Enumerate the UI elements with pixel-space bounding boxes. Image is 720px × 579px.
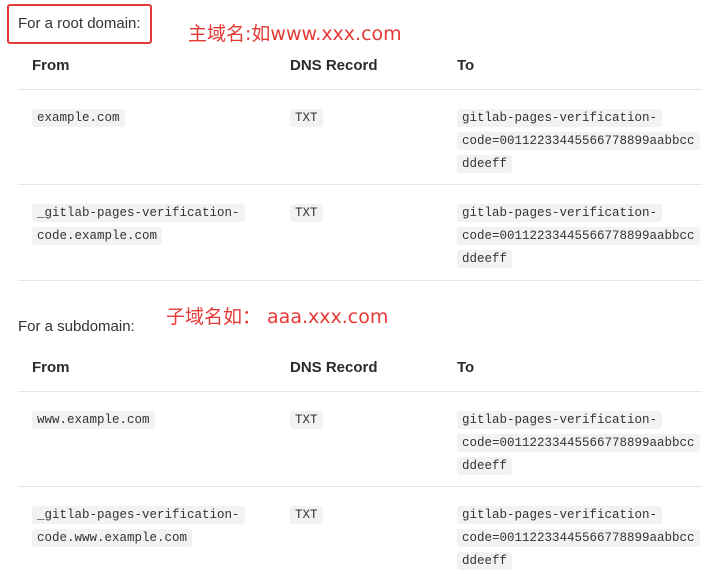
to-value: gitlab-pages-verification- bbox=[457, 506, 663, 524]
to-value: code=00112233445566778899aabbcc bbox=[457, 132, 700, 150]
to-value: ddeeff bbox=[457, 155, 513, 173]
to-cell: gitlab-pages-verification-code=001122334… bbox=[457, 201, 700, 270]
from-value: _gitlab-pages-verification- bbox=[32, 506, 245, 524]
table-row: _gitlab-pages-verification-code.www.exam… bbox=[18, 487, 702, 579]
from-value: code.example.com bbox=[32, 227, 163, 245]
subdomain-table: From DNS Record To www.example.com TXT g… bbox=[18, 346, 702, 579]
header-dns-record: DNS Record bbox=[290, 359, 378, 376]
from-cell: www.example.com bbox=[32, 408, 252, 431]
table-row: _gitlab-pages-verification-code.example.… bbox=[18, 185, 702, 281]
table-row: example.com TXT gitlab-pages-verificatio… bbox=[18, 90, 702, 185]
to-value: code=00112233445566778899aabbcc bbox=[457, 529, 700, 547]
subdomain-annotation: 子域名如： aaa.xxx.com bbox=[166, 306, 389, 328]
record-cell: TXT bbox=[290, 503, 323, 526]
record-value: TXT bbox=[290, 411, 323, 429]
table-header: From DNS Record To bbox=[18, 346, 702, 392]
table-header: From DNS Record To bbox=[18, 44, 702, 90]
record-value: TXT bbox=[290, 109, 323, 127]
record-value: TXT bbox=[290, 204, 323, 222]
from-cell: _gitlab-pages-verification-code.example.… bbox=[32, 201, 252, 247]
to-cell: gitlab-pages-verification-code=001122334… bbox=[457, 503, 700, 572]
header-dns-record: DNS Record bbox=[290, 57, 378, 74]
record-cell: TXT bbox=[290, 408, 323, 431]
to-value: gitlab-pages-verification- bbox=[457, 109, 663, 127]
to-value: code=00112233445566778899aabbcc bbox=[457, 434, 700, 452]
to-value: gitlab-pages-verification- bbox=[457, 204, 663, 222]
from-cell: _gitlab-pages-verification-code.www.exam… bbox=[32, 503, 252, 549]
header-to: To bbox=[457, 359, 475, 376]
header-from: From bbox=[32, 57, 70, 74]
record-value: TXT bbox=[290, 506, 323, 524]
to-value: ddeeff bbox=[457, 552, 513, 570]
from-value: _gitlab-pages-verification- bbox=[32, 204, 245, 222]
from-value: code.www.example.com bbox=[32, 529, 193, 547]
from-cell: example.com bbox=[32, 106, 252, 129]
from-value: www.example.com bbox=[32, 411, 155, 429]
table-row: www.example.com TXT gitlab-pages-verific… bbox=[18, 392, 702, 487]
record-cell: TXT bbox=[290, 106, 323, 129]
to-value: ddeeff bbox=[457, 457, 513, 475]
record-cell: TXT bbox=[290, 201, 323, 224]
root-domain-intro: For a root domain: bbox=[18, 15, 141, 32]
from-value: example.com bbox=[32, 109, 125, 127]
root-domain-table: From DNS Record To example.com TXT gitla… bbox=[18, 44, 702, 281]
to-cell: gitlab-pages-verification-code=001122334… bbox=[457, 408, 700, 477]
subdomain-intro: For a subdomain: bbox=[18, 318, 135, 335]
to-cell: gitlab-pages-verification-code=001122334… bbox=[457, 106, 700, 175]
header-to: To bbox=[457, 57, 475, 74]
to-value: code=00112233445566778899aabbcc bbox=[457, 227, 700, 245]
header-from: From bbox=[32, 359, 70, 376]
root-domain-annotation: 主域名:如www.xxx.com bbox=[188, 23, 402, 45]
to-value: ddeeff bbox=[457, 250, 513, 268]
to-value: gitlab-pages-verification- bbox=[457, 411, 663, 429]
